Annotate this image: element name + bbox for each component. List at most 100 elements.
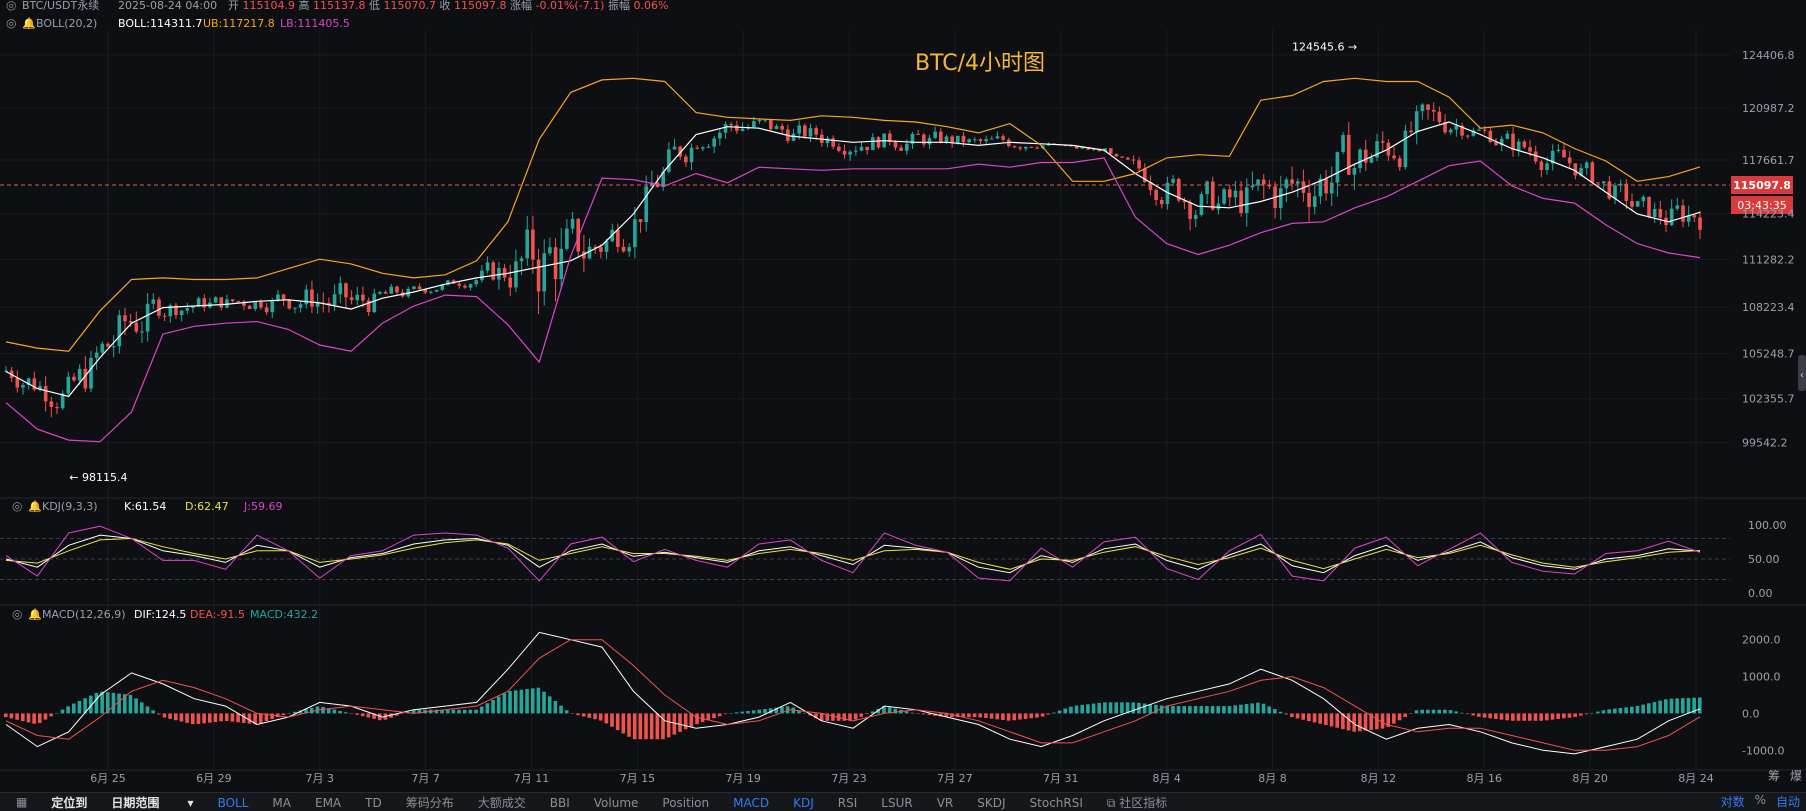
indicator-button-ema[interactable]: EMA (315, 796, 341, 810)
log-scale-button[interactable]: 对数 (1721, 793, 1745, 810)
macd-histogram-bar (1097, 702, 1102, 714)
candle-body (718, 132, 722, 139)
indicator-button-kdj[interactable]: KDJ (793, 796, 814, 810)
candle-body (599, 247, 603, 252)
macd-histogram-bar (496, 696, 501, 714)
macd-histogram-bar (1205, 706, 1209, 714)
candle-body (264, 307, 269, 313)
candle-body (497, 268, 501, 280)
candle-body (780, 125, 784, 130)
candle-body (1295, 181, 1300, 184)
macd-histogram-bar (156, 713, 161, 715)
macd-histogram-bar (1267, 706, 1272, 714)
macd-histogram-bar (700, 713, 705, 723)
macd-histogram-bar (1244, 704, 1249, 714)
percent-scale-button[interactable]: % (1755, 793, 1766, 810)
macd-histogram-bar (1040, 713, 1045, 717)
macd-histogram-bar (60, 709, 65, 714)
kdj-j: J:59.69 (243, 500, 282, 513)
extreme-price-label: ← 98115.4 (69, 471, 127, 484)
candle-body (927, 137, 932, 145)
time-label: 2025-08-24 04:00 (118, 0, 217, 12)
candle-body (922, 134, 926, 145)
price-tick-label: 108223.4 (1742, 301, 1795, 314)
header-legend: ◎ BTC/USDT永续 2025-08-24 04:00 开 115104.9… (6, 0, 668, 30)
indicator-button-skdj[interactable]: SKDJ (977, 796, 1005, 810)
candle-body (508, 277, 513, 288)
macd-histogram-bar (1607, 709, 1611, 714)
macd-histogram-bar (972, 713, 977, 718)
indicator-button-volume[interactable]: Volume (594, 796, 639, 810)
candle-body (236, 301, 241, 303)
candle-body (1029, 146, 1034, 148)
auto-scale-button[interactable]: 自动 (1776, 793, 1800, 810)
candle-body (1437, 111, 1442, 122)
indicator-button-rsi[interactable]: RSI (838, 796, 858, 810)
macd-histogram-bar (1335, 713, 1340, 728)
candle-body (859, 146, 864, 151)
indicator-button-stochrsi[interactable]: StochRSI (1030, 796, 1083, 810)
calendar-icon[interactable]: ▦ (16, 795, 27, 809)
price-axis[interactable]: 124406.8 120987.2 117661.7 114223.4 111282.2… (1742, 49, 1795, 450)
boll-ub: UB:117217.8 (203, 17, 275, 30)
candle-body (1284, 179, 1289, 189)
macd-histogram-bar (445, 709, 450, 714)
price-tick-label: 102355.7 (1742, 393, 1795, 406)
candle-body (1448, 129, 1453, 133)
macd-histogram-bar (247, 713, 252, 724)
candle-body (117, 315, 122, 347)
time-tick-label: 8月 24 (1678, 772, 1714, 785)
candle-body (49, 401, 54, 407)
date-range-button[interactable]: 日期范围 ▾ (111, 794, 193, 811)
indicator-button-td[interactable]: TD (365, 796, 382, 810)
indicator-button-lsur[interactable]: LSUR (881, 796, 912, 810)
indicator-button-vr[interactable]: VR (937, 796, 954, 810)
indicator-button-macd[interactable]: MACD (733, 796, 769, 810)
macd-histogram-bar (1647, 703, 1651, 714)
macd-tick-label: 2000.0 (1742, 634, 1781, 647)
macd-histogram-bar (462, 709, 467, 714)
candle-body (616, 229, 620, 247)
macd-histogram-bar (1023, 713, 1028, 719)
candle-body (94, 352, 99, 358)
side-label-liq[interactable]: 爆 (1790, 769, 1802, 783)
macd-histogram-bar (1550, 713, 1555, 720)
trading-chart[interactable]: ◎ BTC/USDT永续 2025-08-24 04:00 开 115104.9… (0, 0, 1806, 792)
side-label-chip[interactable]: 筹 (1768, 769, 1780, 783)
candle-body (77, 368, 82, 381)
macd-histogram-bar (1454, 711, 1458, 714)
eye-icon: ◎ (12, 607, 22, 621)
candle-body (1573, 163, 1578, 176)
macd-histogram-bar (321, 706, 325, 714)
macd-histogram-bar (9, 713, 14, 719)
macd-histogram-bar (66, 706, 70, 714)
bottom-toolbar: ▦ 定位到 日期范围 ▾ BOLL MA EMA TD 筹码分布 大额成交 BBI Volum… (0, 792, 1806, 811)
candle-body (1346, 134, 1351, 175)
macd-histogram-bar (1533, 713, 1538, 721)
locate-button[interactable]: 定位到 (51, 794, 87, 811)
macd-tick-label: -1000.0 (1742, 744, 1784, 757)
candle-body (1692, 215, 1697, 218)
macd-histogram-bar (1556, 713, 1560, 720)
macd-histogram-bar (207, 713, 212, 723)
indicator-button-bbi[interactable]: BBI (550, 796, 570, 810)
candle-body (287, 299, 292, 309)
community-indicator-button[interactable]: ⧉ 社区指标 (1107, 794, 1191, 811)
indicator-button-boll[interactable]: BOLL (218, 796, 249, 810)
candle-body (123, 315, 127, 322)
candle-body (1358, 149, 1362, 169)
time-tick-label: 6月 25 (90, 772, 126, 785)
candle-body (774, 125, 779, 130)
indicator-button-筹码分布[interactable]: 筹码分布 (406, 796, 454, 810)
macd-histogram-bar (1528, 713, 1532, 721)
indicator-button-ma[interactable]: MA (272, 796, 291, 810)
macd-histogram-bar (485, 703, 490, 714)
macd-histogram-bar (706, 713, 711, 721)
macd-hist-value: MACD:432.2 (250, 608, 318, 621)
indicator-button-大额成交[interactable]: 大额成交 (478, 796, 526, 810)
candle-body (701, 147, 705, 149)
candle-body (1278, 188, 1283, 208)
time-axis[interactable]: 6月 25 6月 29 7月 3 7月 7 7月 11 7月 15 7月 19 7月 23 7月… (90, 772, 1714, 785)
indicator-button-position[interactable]: Position (662, 796, 709, 810)
time-tick-label: 6月 29 (196, 772, 232, 785)
